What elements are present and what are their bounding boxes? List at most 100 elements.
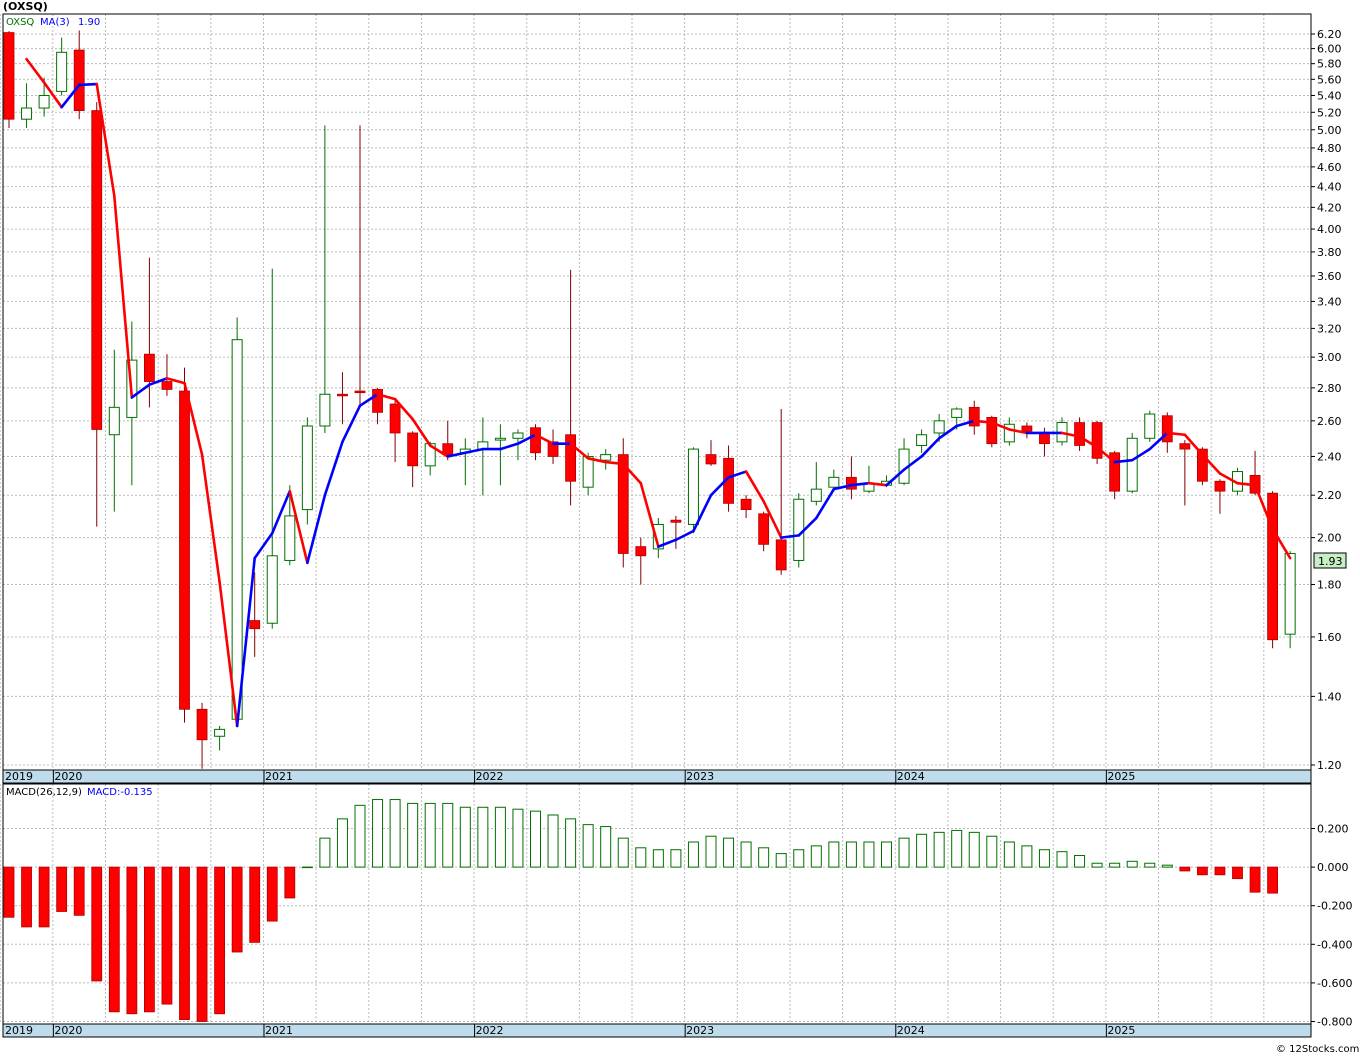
ma-segment	[1166, 431, 1187, 437]
macd-bar-negative	[126, 866, 138, 1015]
candle-body-up	[916, 434, 928, 446]
price-year-label: 2023	[686, 770, 714, 783]
candle-body-up	[494, 437, 506, 441]
macd-bar-negative	[143, 866, 155, 1013]
macd-bar-positive	[336, 818, 348, 868]
candle-body-down	[1021, 425, 1033, 432]
macd-bar-positive	[512, 808, 524, 868]
macd-bar-negative	[56, 866, 68, 912]
macd-bar-positive	[881, 841, 892, 868]
macd-legend: MACD(26,12,9)	[6, 787, 82, 798]
candle-body-down	[337, 393, 348, 397]
candle-body-down	[1214, 480, 1226, 492]
macd-bar-positive	[530, 810, 541, 868]
macd-bar-negative	[1179, 866, 1191, 872]
candle-body-up	[56, 51, 68, 92]
price-tick-label: 4.20	[1317, 201, 1342, 214]
macd-bar-negative	[161, 866, 173, 1005]
candle-body-up	[108, 406, 120, 436]
macd-bar-positive	[319, 837, 331, 868]
footer-credit: © 12Stocks.com	[1276, 1044, 1359, 1055]
candle-body-down	[143, 353, 155, 382]
macd-bar-positive	[652, 849, 664, 868]
candle	[3, 31, 15, 128]
macd-bar-negative	[108, 866, 120, 1013]
candle-body-down	[179, 390, 190, 710]
macd-bar-positive	[1038, 849, 1050, 868]
macd-bar-positive	[810, 845, 822, 868]
candle-body-down	[705, 454, 717, 465]
price-tick-label: 3.00	[1317, 351, 1342, 364]
candle-body-up	[810, 488, 822, 502]
candle	[301, 417, 313, 525]
price-tick-label: 2.20	[1317, 489, 1342, 502]
macd-bar-positive	[758, 847, 770, 868]
macd-bar-positive	[1074, 855, 1086, 868]
macd-tick-label: -0.200	[1317, 900, 1352, 913]
macd-bar-positive	[898, 837, 910, 868]
macd-bar-negative	[196, 866, 208, 1022]
macd-bar-negative	[179, 866, 190, 1020]
macd-bar-negative	[1232, 866, 1243, 880]
price-tick-label: 6.20	[1317, 28, 1342, 41]
price-tick-label: 5.00	[1317, 124, 1342, 137]
candle-body-down	[161, 381, 173, 390]
price-year-label: 2024	[897, 770, 925, 783]
macd-year-label: 2023	[686, 1024, 714, 1037]
macd-bar-positive	[1109, 862, 1121, 868]
price-tick-label: 1.80	[1317, 579, 1342, 592]
candle	[1144, 410, 1156, 442]
macd-bar-positive	[1003, 841, 1015, 868]
macd-bar-positive	[863, 841, 875, 868]
macd-bar-positive	[617, 837, 629, 868]
candle-body-down	[1267, 492, 1278, 641]
candle	[1126, 432, 1138, 494]
candle	[1267, 491, 1278, 649]
macd-bar-positive	[916, 833, 928, 868]
macd-bar-negative	[1197, 866, 1208, 876]
macd-year-label: 2025	[1107, 1024, 1135, 1037]
chart-title: (OXSQ)	[3, 0, 48, 13]
macd-bar-positive	[494, 806, 506, 868]
macd-bar-negative	[3, 866, 15, 918]
price-year-label: 2025	[1107, 770, 1135, 783]
macd-bar-positive	[459, 806, 471, 868]
price-tick-label: 5.60	[1317, 73, 1342, 86]
candle	[986, 415, 998, 448]
candle-body-down	[1179, 443, 1191, 450]
price-tick-label: 5.80	[1317, 58, 1342, 71]
macd-bar-positive	[968, 831, 980, 868]
price-year-label: 2022	[476, 770, 504, 783]
candle-body-up	[793, 498, 805, 561]
macd-bar-negative	[284, 866, 296, 899]
price-year-label: 2019	[5, 770, 33, 783]
macd-bar-positive	[1161, 864, 1173, 868]
candle-body-down	[775, 539, 787, 571]
macd-bar-positive	[1056, 851, 1068, 868]
macd-bar-positive	[389, 799, 401, 868]
candle	[231, 317, 243, 726]
macd-bar-positive	[477, 806, 489, 868]
macd-bar-negative	[1249, 866, 1261, 893]
macd-bar-positive	[828, 841, 840, 868]
macd-bar-positive	[670, 849, 682, 868]
macd-bar-negative	[21, 866, 32, 928]
candle-body-up	[951, 408, 963, 418]
candle-body-up	[512, 432, 524, 439]
candle-body-down	[565, 434, 576, 482]
price-tick-label: 6.00	[1317, 43, 1342, 56]
price-year-label: 2020	[54, 770, 82, 783]
macd-bar-positive	[740, 841, 752, 868]
price-tick-label: 2.40	[1317, 450, 1342, 463]
candle-body-down	[1074, 422, 1085, 446]
candle-body-up	[1284, 552, 1296, 635]
legend-ma-value: 1.90	[78, 17, 100, 28]
macd-bar-negative	[1214, 866, 1226, 876]
macd-bar-positive	[354, 804, 366, 868]
macd-legend-value: MACD:-0.135	[87, 787, 153, 798]
candle-body-up	[21, 107, 33, 120]
price-tick-label: 2.60	[1317, 415, 1342, 428]
candle-body-up	[687, 448, 699, 525]
candle-body-down	[3, 32, 15, 120]
candle-body-down	[846, 476, 857, 490]
